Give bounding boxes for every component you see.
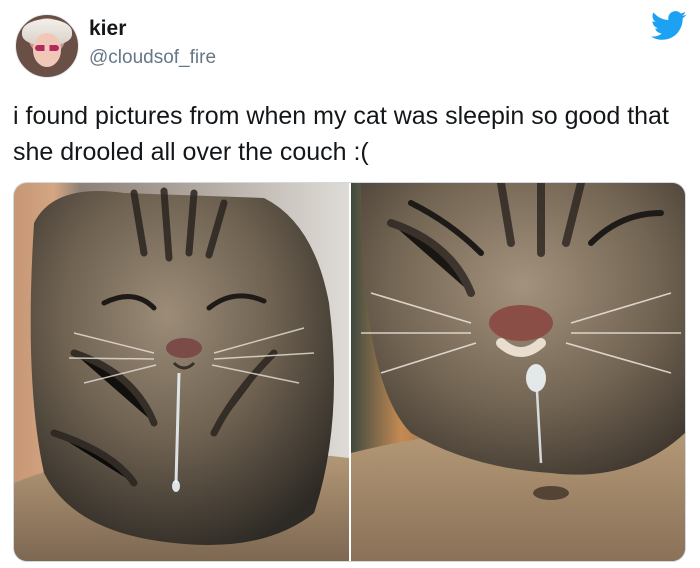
twitter-bird-icon[interactable] bbox=[651, 11, 687, 41]
cat-photo-left-image bbox=[14, 183, 349, 561]
avatar-eyes bbox=[35, 45, 59, 51]
author-handle[interactable]: @cloudsof_fire bbox=[89, 47, 216, 69]
tweet-card: kier @cloudsof_fire i found pictures fro… bbox=[0, 0, 700, 568]
tweet-text: i found pictures from when my cat was sl… bbox=[13, 102, 669, 166]
cat-photo-left[interactable] bbox=[14, 183, 349, 561]
cat-photo-right[interactable] bbox=[351, 183, 685, 561]
tweet-media[interactable] bbox=[13, 182, 686, 562]
cat-photo-right-image bbox=[351, 183, 685, 561]
author-avatar[interactable] bbox=[15, 14, 79, 78]
author-name[interactable]: kier bbox=[89, 17, 126, 41]
